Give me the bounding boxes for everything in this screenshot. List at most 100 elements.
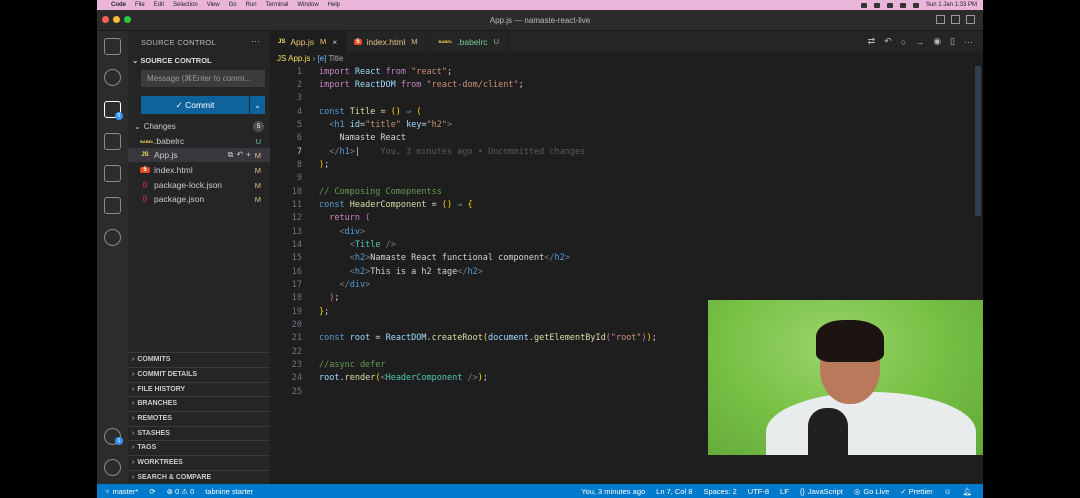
code-line: 12 return ( bbox=[291, 213, 371, 223]
code-line: 2 import ReactDOM from "react-dom/client"… bbox=[296, 80, 524, 90]
menu-selection[interactable]: Selection bbox=[173, 2, 198, 8]
cursor-position[interactable]: Ln 7, Col 8 bbox=[656, 487, 692, 496]
go-live-button[interactable]: ◎ Go Live bbox=[854, 487, 889, 496]
changed-file-babelrc[interactable]: BABEL .babelrc U bbox=[128, 134, 270, 148]
sidebar-section-header[interactable]: ⌄ SOURCE CONTROL bbox=[132, 56, 212, 65]
customize-layout-icon[interactable] bbox=[966, 15, 975, 24]
search-icon[interactable] bbox=[899, 2, 906, 8]
close-tab-icon[interactable]: × bbox=[332, 37, 337, 47]
menu-window[interactable]: Window bbox=[297, 2, 318, 8]
commit-dropdown-icon[interactable]: ⌄ bbox=[250, 96, 265, 114]
menu-help[interactable]: Help bbox=[328, 2, 340, 8]
more-actions-icon[interactable]: ··· bbox=[251, 36, 260, 46]
source-control-sidebar: SOURCE CONTROL ··· ⌄ SOURCE CONTROL Mess… bbox=[128, 31, 270, 484]
file-status: M bbox=[254, 150, 261, 160]
run-debug-icon[interactable] bbox=[104, 133, 121, 150]
commit-message-input[interactable]: Message (⌘Enter to comm... bbox=[141, 70, 265, 87]
panel-branches[interactable]: › BRANCHES bbox=[128, 396, 270, 410]
gitlens-icon[interactable] bbox=[104, 197, 121, 214]
panel-commit-details[interactable]: › COMMIT DETAILS bbox=[128, 367, 270, 381]
revision-forward-icon[interactable]: → bbox=[915, 37, 924, 47]
stage-changes-icon[interactable]: + bbox=[246, 150, 251, 160]
go-back-icon[interactable]: ↶ bbox=[884, 36, 892, 47]
tab-label: index.html bbox=[366, 36, 406, 47]
toggle-sidebar-icon[interactable] bbox=[936, 15, 945, 24]
discard-changes-icon[interactable]: ↶ bbox=[236, 150, 243, 160]
panel-remotes[interactable]: › REMOTES bbox=[128, 411, 270, 425]
menu-go[interactable]: Go bbox=[229, 2, 237, 8]
indentation[interactable]: Spaces: 2 bbox=[703, 487, 736, 496]
status-bar: ⑂ master* ⟳ ⊗ 0 ⚠ 0 tabnine starter You, … bbox=[97, 484, 983, 498]
battery-icon[interactable] bbox=[873, 2, 880, 8]
menu-edit[interactable]: Edit bbox=[154, 2, 164, 8]
language-label: JavaScript bbox=[807, 486, 843, 496]
open-changes-icon[interactable]: ⇄ bbox=[868, 36, 876, 47]
search-icon[interactable] bbox=[104, 69, 121, 86]
tab-index-html[interactable]: 5 index.html M bbox=[346, 31, 427, 52]
settings-gear-icon[interactable] bbox=[104, 459, 121, 476]
tab-app-js[interactable]: JS App.js M × bbox=[270, 31, 347, 52]
notifications-icon[interactable]: 🔔︎ bbox=[962, 487, 972, 496]
revision-back-icon[interactable]: ○ bbox=[901, 37, 906, 47]
extensions-icon[interactable] bbox=[104, 165, 121, 182]
menu-view[interactable]: View bbox=[207, 2, 220, 8]
menu-file[interactable]: File bbox=[135, 2, 145, 8]
wifi-icon[interactable] bbox=[886, 2, 893, 8]
menu-run[interactable]: Run bbox=[246, 2, 257, 8]
breadcrumb-file[interactable]: JS App.js bbox=[277, 54, 310, 63]
language-mode[interactable]: {} JavaScript bbox=[800, 487, 843, 496]
blame-status[interactable]: You, 3 minutes ago bbox=[581, 487, 645, 496]
sync-icon[interactable]: ⟳ bbox=[149, 487, 155, 496]
zoom-window-icon[interactable] bbox=[124, 16, 131, 23]
control-center-icon[interactable] bbox=[912, 2, 919, 8]
explorer-icon[interactable] bbox=[104, 38, 121, 55]
panel-worktrees[interactable]: › WORKTREES bbox=[128, 455, 270, 469]
sidebar-title: SOURCE CONTROL bbox=[141, 38, 217, 47]
changes-group[interactable]: ⌄ Changes 5 bbox=[134, 120, 264, 133]
panel-tags[interactable]: › TAGS bbox=[128, 440, 270, 454]
chevron-right-icon: › bbox=[132, 415, 135, 422]
branch-indicator[interactable]: ⑂ master* bbox=[105, 487, 138, 496]
chevron-right-icon: › bbox=[132, 430, 135, 437]
problems-indicator[interactable]: ⊗ 0 ⚠ 0 bbox=[167, 487, 195, 496]
babel-file-icon: BABEL bbox=[140, 138, 154, 144]
record-icon[interactable] bbox=[860, 2, 867, 8]
more-actions-icon[interactable]: ··· bbox=[964, 37, 973, 47]
toggle-blame-icon[interactable]: ◉ bbox=[933, 36, 941, 47]
prettier-status[interactable]: ✓ Prettier bbox=[900, 487, 933, 496]
tab-babelrc[interactable]: BABEL .babelrc U bbox=[427, 31, 508, 52]
editor-scrollbar[interactable] bbox=[975, 66, 981, 216]
panel-stashes[interactable]: › STASHES bbox=[128, 426, 270, 440]
split-editor-icon[interactable]: ▯ bbox=[950, 36, 955, 47]
minimize-window-icon[interactable] bbox=[113, 16, 120, 23]
menubar-datetime[interactable]: Sun 1 Jan 1:33 PM bbox=[926, 2, 977, 8]
js-file-icon: JS bbox=[278, 38, 286, 45]
panel-file-history[interactable]: › FILE HISTORY bbox=[128, 382, 270, 396]
chevron-right-icon: › bbox=[132, 371, 135, 378]
changed-file-index-html[interactable]: 5 index.html M bbox=[128, 163, 270, 177]
code-line: 11 const HeaderComponent = () ⇒ { bbox=[291, 200, 473, 210]
person-hair bbox=[816, 320, 884, 362]
line-ending[interactable]: LF bbox=[780, 487, 789, 496]
feedback-icon[interactable]: ☺ bbox=[944, 487, 952, 496]
remote-explorer-icon[interactable] bbox=[104, 229, 121, 246]
close-window-icon[interactable] bbox=[102, 16, 109, 23]
tabnine-indicator[interactable]: tabnine starter bbox=[205, 487, 253, 496]
file-status: M bbox=[254, 165, 261, 175]
menu-app[interactable]: Code bbox=[111, 2, 126, 8]
letterbox-right bbox=[983, 0, 1080, 498]
panel-commits[interactable]: › COMMITS bbox=[128, 352, 270, 366]
open-file-icon[interactable]: ⧉ bbox=[228, 150, 234, 160]
panel-search-compare[interactable]: › SEARCH & COMPARE bbox=[128, 470, 270, 484]
changed-file-app-js[interactable]: JS App.js ⧉ ↶ + M bbox=[128, 148, 270, 162]
encoding[interactable]: UTF-8 bbox=[748, 487, 769, 496]
changed-file-package-json[interactable]: {} package.json M bbox=[128, 192, 270, 206]
changed-file-package-lock-json[interactable]: {} package-lock.json M bbox=[128, 178, 270, 192]
breadcrumb-symbol[interactable]: Title bbox=[328, 54, 343, 63]
menu-terminal[interactable]: Terminal bbox=[266, 2, 289, 8]
chevron-right-icon: › bbox=[132, 400, 135, 407]
commit-button[interactable]: ✓ Commit bbox=[141, 96, 249, 114]
code-line: 7 </h1>| You, 3 minutes ago • Uncommitte… bbox=[296, 147, 586, 157]
tab-label: .babelrc bbox=[457, 36, 488, 47]
toggle-panel-icon[interactable] bbox=[951, 15, 960, 24]
